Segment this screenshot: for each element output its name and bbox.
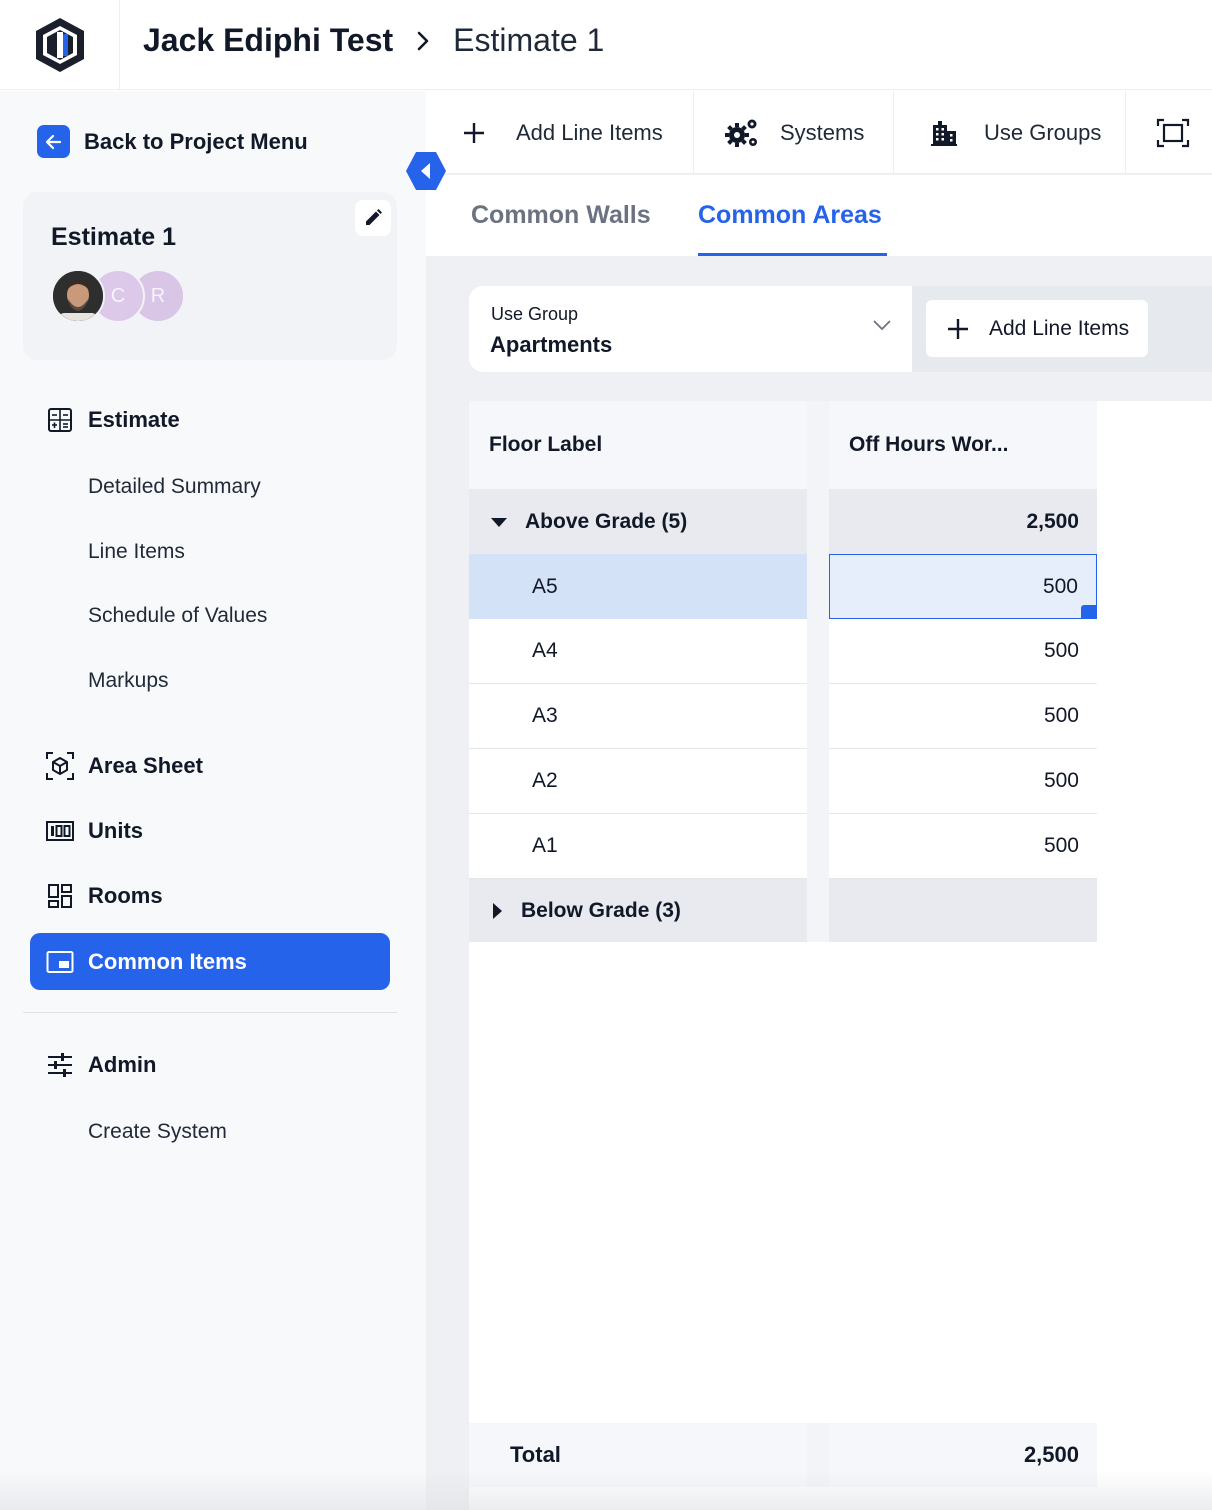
chevron-left-icon	[406, 152, 446, 190]
app-header: Jack Ediphi Test Estimate 1	[0, 0, 1212, 90]
fullscreen-button[interactable]	[1126, 91, 1212, 174]
table-cell[interactable]: 500	[829, 684, 1097, 749]
building-icon	[930, 119, 958, 147]
add-line-items-button-secondary[interactable]: Add Line Items	[926, 300, 1148, 357]
estimate-card: Estimate 1 C R	[23, 192, 397, 360]
tab-common-areas[interactable]: Common Areas	[698, 201, 882, 230]
toolbar-label: Systems	[780, 119, 865, 145]
caret-down-icon[interactable]	[487, 516, 511, 528]
table-cell-selected[interactable]: 500	[829, 554, 1097, 619]
tab-bar: Common Walls Common Areas	[426, 175, 1212, 256]
sidebar-item-label: Units	[88, 818, 143, 843]
gears-icon	[724, 117, 760, 149]
group-label: Below Grade (3)	[521, 898, 681, 922]
group-row-below-grade[interactable]: Below Grade (3)	[469, 879, 807, 942]
sidebar-item-schedule-of-values[interactable]: Schedule of Values	[88, 604, 267, 628]
arrow-left-icon	[37, 125, 70, 158]
use-group-label: Use Group	[491, 304, 579, 324]
caret-right-icon[interactable]	[485, 902, 509, 920]
sidebar-item-estimate[interactable]: Estimate	[45, 405, 180, 435]
data-grid: Floor Label Off Hours Wor... Above Grade…	[469, 401, 1212, 1510]
table-row[interactable]: A5	[469, 554, 807, 619]
filter-bar: Use Group Apartments Add Line Items	[469, 286, 1212, 372]
sidebar-item-label: Estimate	[88, 407, 180, 432]
collapse-sidebar-button[interactable]	[405, 151, 447, 191]
plus-icon	[947, 318, 969, 340]
sidebar-item-label: Common Items	[88, 948, 247, 974]
toolbar-label: Use Groups	[984, 119, 1102, 145]
add-line-items-label: Add Line Items	[989, 316, 1130, 340]
sidebar-item-line-items[interactable]: Line Items	[88, 540, 185, 564]
main-panel: Add Line Items Systems Use Groups Common…	[426, 91, 1212, 1510]
pencil-icon	[366, 209, 382, 225]
use-group-value: Apartments	[490, 332, 613, 357]
use-groups-button[interactable]: Use Groups	[894, 91, 1126, 174]
fullscreen-icon	[1156, 118, 1190, 148]
use-group-select[interactable]: Use Group Apartments	[469, 286, 912, 372]
app-logo-icon	[35, 18, 84, 72]
group-row-above-grade[interactable]: Above Grade (5)	[469, 489, 807, 554]
active-tab-indicator	[698, 253, 887, 256]
table-row[interactable]: A1	[469, 814, 807, 879]
toolbar: Add Line Items Systems Use Groups	[426, 91, 1212, 174]
toolbar-label: Add Line Items	[516, 119, 663, 145]
sidebar-item-label: Area Sheet	[88, 753, 203, 778]
calculator-icon	[45, 405, 75, 435]
chevron-down-icon	[872, 318, 892, 337]
back-to-project-button[interactable]: Back to Project Menu	[37, 125, 308, 158]
sidebar-item-label: Admin	[88, 1052, 157, 1077]
dashboard-grid-icon	[45, 881, 75, 911]
sliders-icon	[45, 1050, 75, 1080]
sidebar-item-create-system[interactable]: Create System	[88, 1120, 227, 1144]
plus-icon	[462, 121, 486, 145]
logo[interactable]	[0, 0, 120, 90]
units-icon	[45, 816, 75, 846]
avatar[interactable]	[51, 269, 105, 323]
sidebar-divider	[23, 1012, 397, 1013]
column-gap	[807, 1423, 829, 1487]
group-total	[829, 879, 1097, 942]
collaborator-avatars: C R	[51, 269, 185, 323]
table-row[interactable]: A3	[469, 684, 807, 749]
column-header-off-hours[interactable]: Off Hours Wor...	[829, 401, 1097, 489]
sidebar-item-rooms[interactable]: Rooms	[45, 881, 163, 911]
tab-common-walls[interactable]: Common Walls	[471, 201, 651, 230]
chevron-right-icon	[415, 29, 431, 53]
table-cell[interactable]: 500	[829, 749, 1097, 814]
sidebar-item-area-sheet[interactable]: Area Sheet	[45, 751, 203, 781]
sidebar: Back to Project Menu Estimate 1 C R Esti…	[0, 91, 426, 1510]
table-row[interactable]: A4	[469, 619, 807, 684]
table-cell[interactable]: 500	[829, 619, 1097, 684]
group-label: Above Grade (5)	[525, 509, 688, 533]
back-label: Back to Project Menu	[84, 128, 308, 154]
sidebar-item-admin[interactable]: Admin	[45, 1050, 156, 1080]
breadcrumb-project[interactable]: Jack Ediphi Test	[143, 22, 393, 59]
sidebar-item-label: Rooms	[88, 883, 163, 908]
edit-estimate-button[interactable]	[355, 200, 391, 236]
table-row[interactable]: A2	[469, 749, 807, 814]
fill-handle[interactable]	[1081, 605, 1097, 619]
total-label: Total	[469, 1423, 807, 1487]
total-value: 2,500	[829, 1423, 1097, 1487]
column-header-floor-label[interactable]: Floor Label	[469, 401, 807, 489]
sidebar-item-markups[interactable]: Markups	[88, 669, 169, 693]
column-gap	[807, 401, 829, 942]
grid-empty-area	[1097, 401, 1212, 1510]
estimate-title: Estimate 1	[51, 223, 177, 251]
breadcrumb: Jack Ediphi Test Estimate 1	[143, 22, 604, 59]
group-total: 2,500	[829, 489, 1097, 554]
breadcrumb-current: Estimate 1	[453, 22, 605, 58]
cell-value: 500	[1042, 574, 1078, 598]
table-cell[interactable]: 500	[829, 814, 1097, 879]
sidebar-item-common-items[interactable]: Common Items	[30, 933, 390, 990]
picture-in-picture-icon	[45, 947, 75, 977]
cube-scan-icon	[45, 751, 75, 781]
add-line-items-button[interactable]: Add Line Items	[426, 91, 694, 174]
systems-button[interactable]: Systems	[694, 91, 894, 174]
sidebar-item-detailed-summary[interactable]: Detailed Summary	[88, 475, 261, 499]
sidebar-item-units[interactable]: Units	[45, 816, 143, 846]
